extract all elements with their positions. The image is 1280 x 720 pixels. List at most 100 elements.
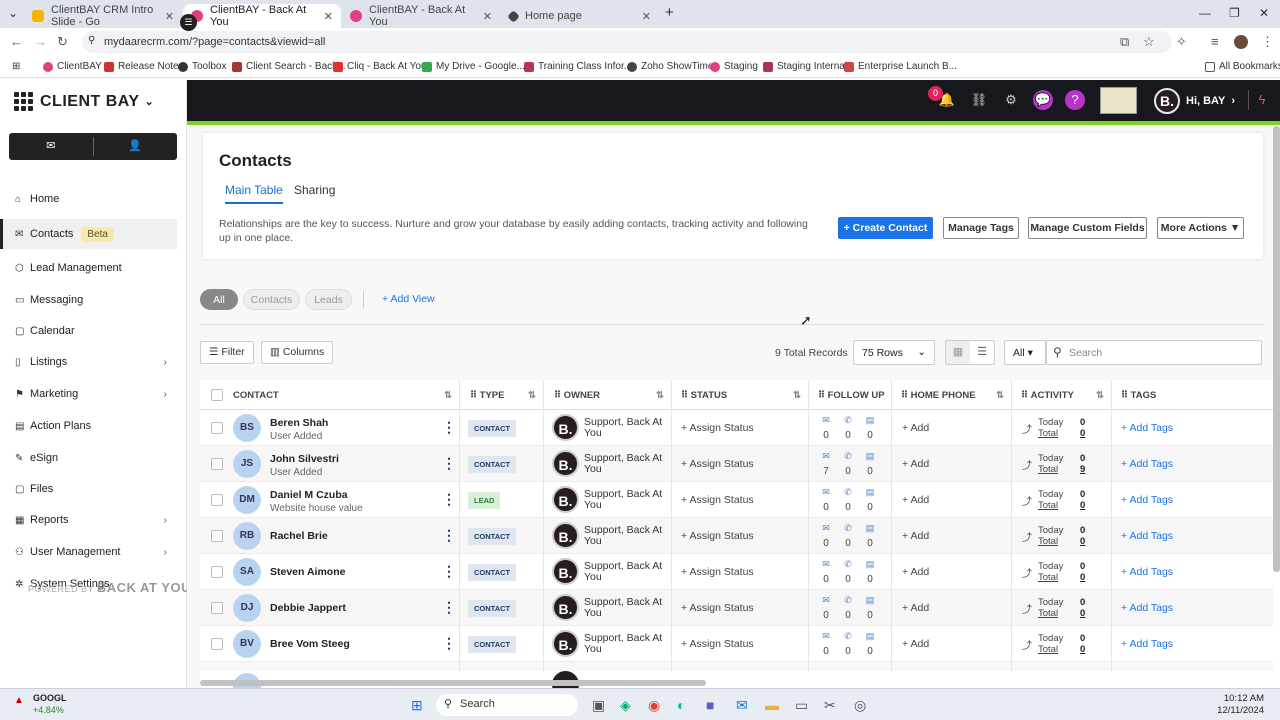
mail-icon[interactable]: ✉ [736,697,748,714]
quick-add-contact-button[interactable]: 👤 [94,133,178,160]
view-all[interactable]: All [200,289,238,310]
close-icon[interactable]: ✕ [483,10,492,23]
message-icon[interactable]: ▤ [864,523,876,534]
row-menu-icon[interactable]: ⋮ [442,635,456,652]
activity-chart-icon[interactable]: ⤴ [1022,457,1032,472]
apps-icon[interactable]: ⊞ [12,61,20,72]
profile-avatar[interactable] [1234,35,1248,49]
add-home-phone-button[interactable]: + Add [902,458,929,470]
sidebar-item-action-plans[interactable]: ▤ Action Plans [0,411,187,441]
email-icon[interactable]: ✉ [820,451,832,462]
bookmark-training[interactable]: Training Class Infor... [524,61,632,72]
sidebar-item-messaging[interactable]: ▭ Messaging [0,285,187,315]
row-checkbox[interactable] [211,638,223,650]
add-tags-button[interactable]: + Add Tags [1121,494,1173,506]
chrome-icon[interactable]: ◉ [648,697,660,714]
sidebar-collapse-icon[interactable]: ☰ [180,14,197,31]
sidebar-item-lead-management[interactable]: ⬡ Lead Management [0,253,187,283]
phone-icon[interactable]: ✆ [842,487,854,498]
contact-name[interactable]: John Silvestri [270,453,339,465]
forward-icon[interactable]: → [34,34,47,49]
taskbar-search[interactable]: ⚲ Search [436,694,578,716]
col-activity[interactable]: ⠿ ACTIVITY [1021,390,1074,401]
col-status[interactable]: ⠿ STATUS [681,390,727,401]
browser-tab-3[interactable]: ClientBAY - Back At You ✕ [342,4,500,28]
select-all-checkbox[interactable] [211,389,223,401]
sidebar-item-home[interactable]: ⌂ Home [0,184,187,214]
user-menu[interactable]: B. Hi, BAY › [1154,88,1235,114]
phone-icon[interactable]: ✆ [842,595,854,606]
view-contacts[interactable]: Contacts [243,289,300,310]
company-logo[interactable] [1100,87,1137,114]
back-icon[interactable]: ← [10,34,23,49]
phone-icon[interactable]: ✆ [842,451,854,462]
sort-icon[interactable]: ⇅ [1096,390,1104,401]
install-icon[interactable]: ⧉ [1120,34,1129,50]
message-icon[interactable]: ▤ [864,631,876,642]
table-row[interactable]: BV Bree Vom Steeg ⋮ CONTACT B. Support, Back … [200,626,1273,662]
activity-chart-icon[interactable]: ⤴ [1022,565,1032,580]
lightning-icon[interactable]: ϟ [1252,90,1272,110]
add-home-phone-button[interactable]: + Add [902,422,929,434]
row-menu-icon[interactable]: ⋮ [442,491,456,508]
col-follow-up[interactable]: ⠿ FOLLOW UP [818,390,885,401]
browser-tab-2[interactable]: ClientBAY - Back At You ✕ [183,4,341,28]
manage-tags-button[interactable]: Manage Tags [943,217,1019,239]
sort-icon[interactable]: ⇅ [656,390,664,401]
bookmark-star-icon[interactable]: ☆ [1143,34,1155,50]
clock-date[interactable]: 12/11/2024 [1204,705,1264,716]
assign-status-button[interactable]: + Assign Status [681,422,754,434]
contact-name[interactable]: Daniel M Czuba [270,489,348,501]
row-menu-icon[interactable]: ⋮ [442,455,456,472]
edge-icon[interactable]: ◐ [677,697,685,713]
sidebar-item-reports[interactable]: ▦ Reports › [0,505,187,535]
tab-list-icon[interactable]: ⌄ [8,6,18,20]
message-icon[interactable]: ▤ [864,595,876,606]
bookmark-toolbox[interactable]: Toolbox [178,61,226,72]
rows-select[interactable]: 75 Rows ⌄ [853,340,935,365]
add-view-link[interactable]: + Add View [382,293,435,305]
extensions-icon[interactable]: ✧ [1176,34,1187,50]
grid-view-icon[interactable]: ▦ [946,341,970,364]
add-home-phone-button[interactable]: + Add [902,494,929,506]
bookmark-staging[interactable]: Staging [710,61,758,72]
all-bookmarks[interactable]: All Bookmarks [1205,61,1280,72]
filter-button[interactable]: ☰ Filter [200,341,254,364]
table-row[interactable]: DM Daniel M Czuba Website house value ⋮ LEAD… [200,482,1273,518]
columns-button[interactable]: ▥ Columns [261,341,334,364]
row-checkbox[interactable] [211,458,223,470]
maximize-icon[interactable]: ❐ [1229,6,1240,20]
search-scope-select[interactable]: All ▾ [1004,340,1046,365]
reload-icon[interactable]: ↻ [57,34,68,50]
row-menu-icon[interactable]: ⋮ [442,527,456,544]
add-tags-button[interactable]: + Add Tags [1121,602,1173,614]
add-home-phone-button[interactable]: + Add [902,638,929,650]
row-checkbox[interactable] [211,422,223,434]
col-home-phone[interactable]: ⠿ HOME PHONE [901,390,976,401]
col-owner[interactable]: ⠿ OWNER [554,390,600,401]
activity-chart-icon[interactable]: ⤴ [1022,529,1032,544]
chat-icon[interactable]: 💬 [1033,90,1053,110]
row-menu-icon[interactable]: ⋮ [442,599,456,616]
manage-custom-fields-button[interactable]: Manage Custom Fields [1028,217,1147,239]
table-row[interactable]: RB Rachel Brie ⋮ CONTACT B. Support, Back At … [200,518,1273,554]
email-icon[interactable]: ✉ [820,523,832,534]
site-info-icon[interactable]: ⚲ [88,35,95,46]
url-field[interactable]: ⚲ mydaarecrm.com/?page=contacts&viewid=al… [82,31,1172,53]
close-icon[interactable]: ✕ [324,10,333,23]
add-tags-button[interactable]: + Add Tags [1121,422,1173,434]
snipping-icon[interactable]: ✂ [824,697,836,714]
minimize-icon[interactable]: — [1199,6,1211,20]
browser-menu-icon[interactable]: ⋮ [1261,34,1274,50]
col-type[interactable]: ⠿ TYPE [470,390,504,401]
add-tags-button[interactable]: + Add Tags [1121,458,1173,470]
activity-chart-icon[interactable]: ⤴ [1022,637,1032,652]
table-row[interactable]: BS Beren Shah User Added ⋮ CONTACT B. Support,… [200,410,1273,446]
col-tags[interactable]: ⠿ TAGS [1121,390,1156,401]
email-icon[interactable]: ✉ [820,487,832,498]
browser-tab-4[interactable]: Home page ✕ [501,4,659,28]
message-icon[interactable]: ▤ [864,451,876,462]
vertical-scrollbar[interactable] [1273,126,1280,572]
contact-name[interactable]: Beren Shah [270,417,328,429]
view-leads[interactable]: Leads [305,289,352,310]
